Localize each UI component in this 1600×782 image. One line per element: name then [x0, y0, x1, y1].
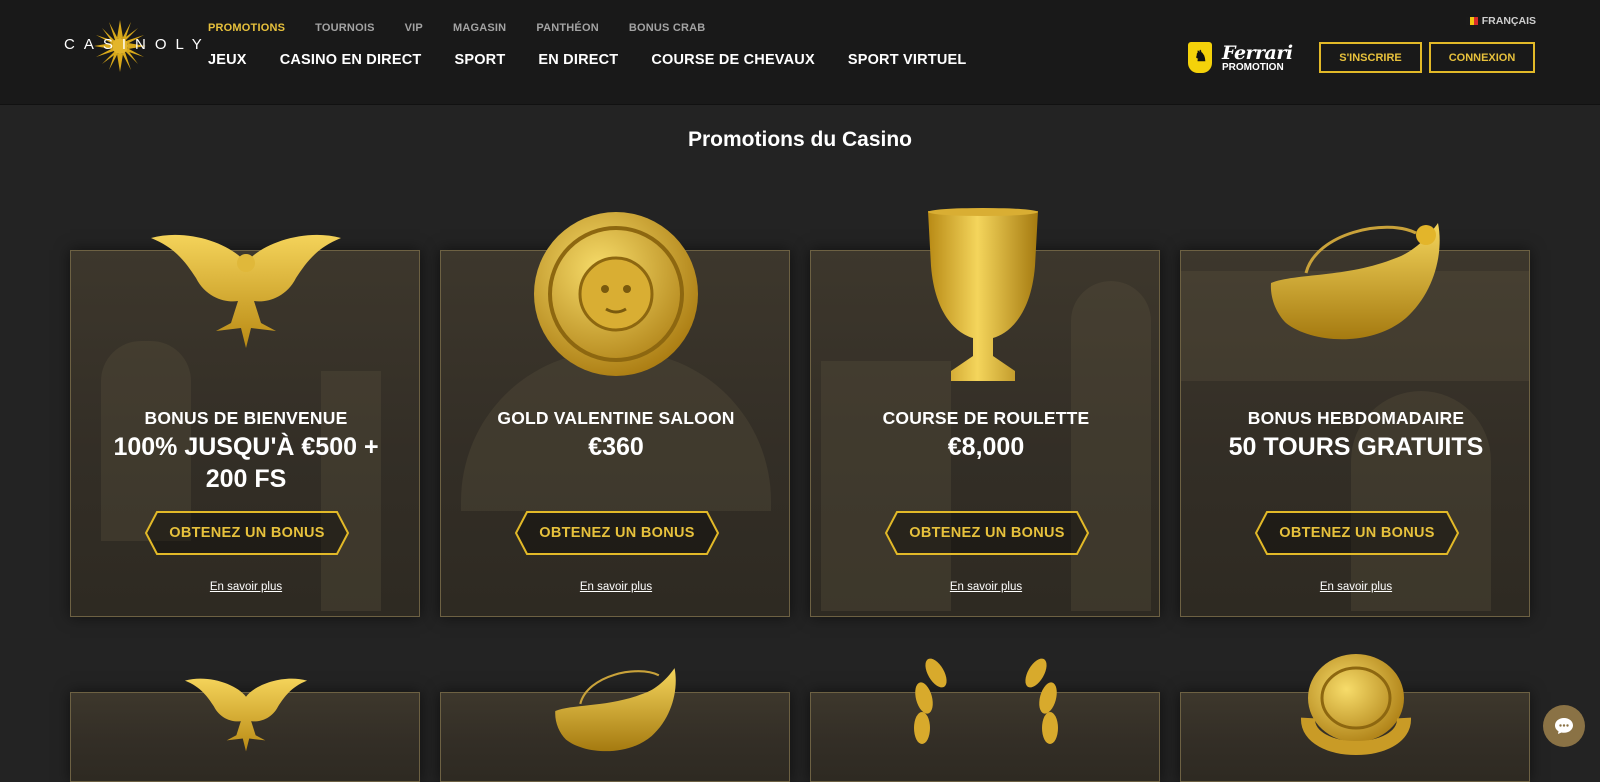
promo-subtitle: GOLD VALENTINE SALOON	[497, 408, 735, 428]
promo-headline: 50 TOURS GRATUITS	[1228, 433, 1484, 461]
nav-pantheon[interactable]: PANTHÉON	[536, 22, 599, 34]
casinoly-logo[interactable]: CASINOLY	[64, 20, 211, 72]
live-chat-button[interactable]	[1543, 705, 1585, 747]
get-bonus-button[interactable]: OBTENEZ UN BONUS	[885, 511, 1089, 555]
nav-sport[interactable]: SPORT	[454, 52, 505, 68]
language-selector[interactable]: FRANÇAIS	[1465, 15, 1536, 27]
gold-earring-icon	[555, 668, 676, 752]
learn-more-link[interactable]: En savoir plus	[1181, 581, 1531, 593]
promo-card-row2-1	[70, 678, 420, 782]
promo-subtitle: BONUS DE BIENVENUE	[144, 408, 348, 428]
gold-laurel-wreath-icon	[914, 658, 1058, 744]
nav-promotions[interactable]: PROMOTIONS	[208, 22, 285, 34]
nav-en-direct[interactable]: EN DIRECT	[538, 52, 618, 68]
learn-more-link[interactable]: En savoir plus	[71, 581, 421, 593]
ferrari-shield-icon: ♞	[1188, 42, 1212, 73]
nav-bonus-crab[interactable]: BONUS CRAB	[629, 22, 706, 34]
page-title: Promotions du Casino	[687, 128, 912, 151]
chat-bubble-icon	[1555, 718, 1573, 734]
get-bonus-button[interactable]: OBTENEZ UN BONUS	[145, 511, 349, 555]
promo-card-valentine: GOLD VALENTINE SALOON €360 OBTENEZ UN BO…	[440, 212, 791, 617]
nav-casino-en-direct[interactable]: CASINO EN DIRECT	[280, 52, 422, 68]
belgian-flag-icon	[1465, 17, 1478, 25]
promo-subtitle: BONUS HEBDOMADAIRE	[1247, 408, 1465, 428]
ferrari-promotion-link[interactable]: ♞ Ferrari PROMOTION	[1188, 42, 1293, 76]
nav-sport-virtuel[interactable]: SPORT VIRTUEL	[848, 52, 967, 68]
nav-vip[interactable]: VIP	[405, 22, 423, 34]
logo-text: CASINOLY	[64, 36, 211, 53]
get-bonus-button[interactable]: OBTENEZ UN BONUS	[1255, 511, 1459, 555]
promo-card-weekly: BONUS HEBDOMADAIRE 50 TOURS GRATUITS OBT…	[1180, 223, 1531, 617]
promo-card-welcome: BONUS DE BIENVENUE 100% JUSQU'À €500 + 2…	[70, 234, 421, 617]
promo-card-row2-4	[1180, 654, 1530, 782]
promo-subtitle: COURSE DE ROULETTE	[882, 408, 1090, 428]
promo-headline: €8,000	[947, 433, 1025, 461]
nav-magasin[interactable]: MAGASIN	[453, 22, 506, 34]
promo-card-row2-2	[440, 668, 790, 782]
ferrari-promo-label: PROMOTION	[1222, 62, 1284, 73]
learn-more-link[interactable]: En savoir plus	[441, 581, 791, 593]
get-bonus-button[interactable]: OBTENEZ UN BONUS	[515, 511, 719, 555]
signup-button[interactable]: S'INSCRIRE	[1319, 42, 1422, 73]
ferrari-wordmark: Ferrari	[1222, 42, 1293, 64]
promo-card-roulette: COURSE DE ROULETTE €8,000 OBTENEZ UN BON…	[810, 208, 1161, 617]
gold-eagle-icon	[184, 678, 308, 752]
promo-card-row2-3	[810, 658, 1160, 782]
main-nav: JEUX CASINO EN DIRECT SPORT EN DIRECT CO…	[208, 52, 999, 68]
promo-headline: €360	[588, 433, 644, 461]
login-button[interactable]: CONNEXION	[1429, 42, 1535, 73]
site-header: CASINOLY PROMOTIONS TOURNOIS VIP MAGASIN…	[0, 0, 1600, 105]
nav-jeux[interactable]: JEUX	[208, 52, 247, 68]
gold-signet-ring-icon	[1301, 654, 1411, 755]
nav-course-de-chevaux[interactable]: COURSE DE CHEVAUX	[651, 52, 814, 68]
language-label: FRANÇAIS	[1481, 15, 1536, 27]
nav-tournois[interactable]: TOURNOIS	[315, 22, 374, 34]
secondary-nav: PROMOTIONS TOURNOIS VIP MAGASIN PANTHÉON…	[208, 22, 735, 34]
learn-more-link[interactable]: En savoir plus	[811, 581, 1161, 593]
promo-headline: 100% JUSQU'À €500 + 200 FS	[113, 433, 379, 493]
